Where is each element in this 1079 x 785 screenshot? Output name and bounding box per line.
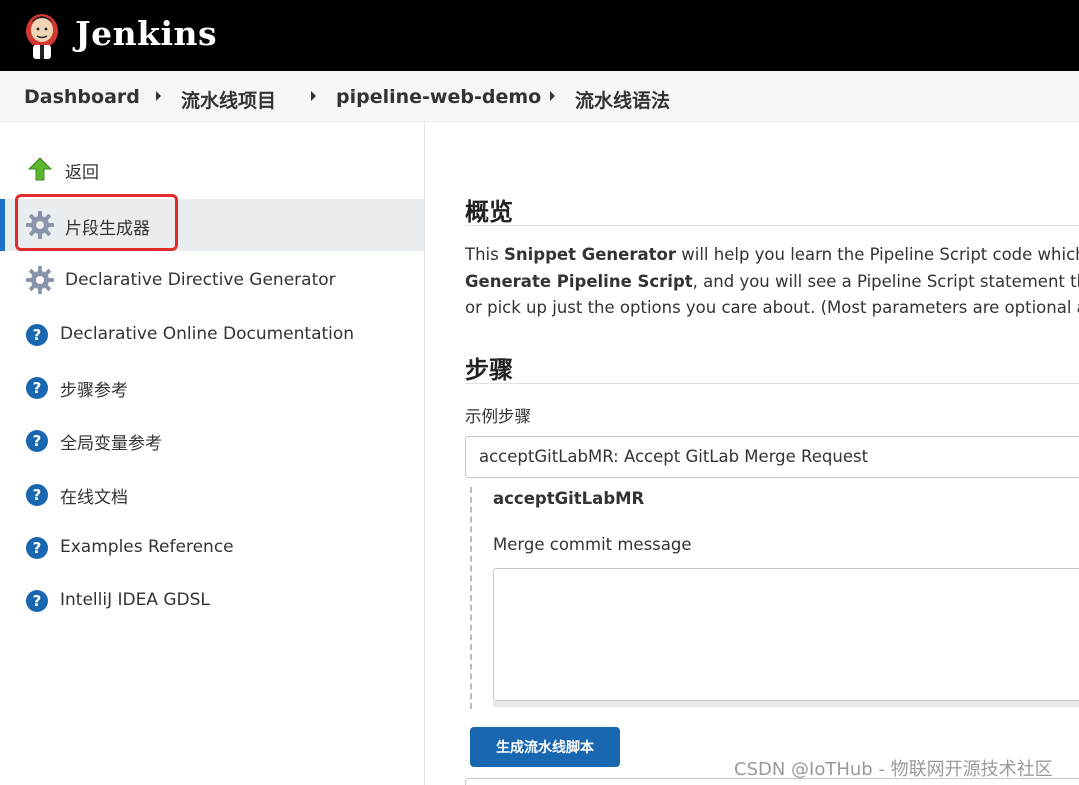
- description-text: , and you will see a Pipeline Script sta…: [692, 271, 1079, 291]
- sidebar-item-label: 片段生成器: [65, 219, 150, 239]
- sidebar-item-declarative-directive-generator[interactable]: Declarative Directive Generator: [0, 254, 424, 306]
- help-icon: ?: [26, 590, 48, 612]
- jenkins-logo-text[interactable]: Jenkins: [75, 14, 217, 53]
- sample-step-select[interactable]: acceptGitLabMR: Accept GitLab Merge Requ…: [465, 436, 1079, 478]
- sidebar-item-steps-reference[interactable]: ? 步骤参考: [0, 361, 424, 413]
- breadcrumb-separator-icon[interactable]: [156, 91, 161, 101]
- sidebar-item-label: Declarative Directive Generator: [65, 270, 336, 290]
- description-line: or pick up just the options you care abo…: [465, 298, 1079, 317]
- merge-commit-message-textarea[interactable]: [493, 568, 1079, 701]
- description-text: This: [465, 245, 504, 264]
- generate-pipeline-script-button[interactable]: 生成流水线脚本: [470, 727, 620, 767]
- sidebar: 返回 片段生成器 Declarative Directive Generator…: [0, 122, 425, 785]
- nested-config-rule: [470, 487, 472, 709]
- main-content: 概览 This Snippet Generator will help you …: [425, 122, 1079, 785]
- sidebar-item-snippet-generator[interactable]: 片段生成器: [0, 199, 424, 251]
- description-line: This Snippet Generator will help you lea…: [465, 242, 1079, 269]
- sidebar-item-examples-reference[interactable]: ? Examples Reference: [0, 521, 424, 573]
- breadcrumb-separator-icon[interactable]: [550, 91, 555, 101]
- gear-icon: [26, 211, 54, 239]
- breadcrumb-dashboard[interactable]: Dashboard: [24, 86, 140, 108]
- sidebar-item-label: 返回: [65, 163, 99, 183]
- sidebar-item-label: 步骤参考: [60, 381, 128, 401]
- description-line: Generate Pipeline Script, and you will s…: [465, 269, 1079, 296]
- sidebar-item-online-docs[interactable]: ? 在线文档: [0, 468, 424, 520]
- up-arrow-icon: [27, 157, 53, 181]
- sidebar-item-label: Examples Reference: [60, 537, 234, 557]
- sidebar-item-label: 在线文档: [60, 488, 128, 508]
- sidebar-item-intellij-idea-gdsl[interactable]: ? IntelliJ IDEA GDSL: [0, 574, 424, 626]
- sidebar-item-label: IntelliJ IDEA GDSL: [60, 590, 210, 610]
- help-icon: ?: [26, 430, 48, 452]
- sidebar-item-back[interactable]: 返回: [0, 143, 424, 195]
- merge-commit-message-label: Merge commit message: [493, 535, 692, 554]
- breadcrumb-pipeline-syntax[interactable]: 流水线语法: [575, 86, 670, 113]
- textarea-resize-bar[interactable]: [493, 701, 1079, 707]
- description-text: will help you learn the Pipeline Script …: [681, 245, 1079, 264]
- gear-icon: [26, 266, 54, 294]
- help-icon: ?: [26, 537, 48, 559]
- step-name-heading: acceptGitLabMR: [493, 489, 645, 508]
- breadcrumb: Dashboard 流水线项目 pipeline-web-demo 流水线语法: [0, 71, 1079, 122]
- help-icon: ?: [26, 484, 48, 506]
- sidebar-item-label: 全局变量参考: [60, 434, 162, 454]
- sidebar-item-declarative-online-docs[interactable]: ? Declarative Online Documentation: [0, 308, 424, 360]
- overview-title: 概览: [465, 198, 513, 226]
- steps-title: 步骤: [465, 356, 513, 384]
- steps-divider: [465, 383, 1079, 384]
- watermark: CSDN @IoTHub - 物联网开源技术社区: [734, 759, 1053, 780]
- generate-script-emphasis: Generate Pipeline Script: [465, 271, 693, 291]
- overview-description: This Snippet Generator will help you lea…: [465, 242, 1079, 322]
- sidebar-item-global-variables-reference[interactable]: ? 全局变量参考: [0, 414, 424, 466]
- sample-step-label: 示例步骤: [465, 407, 531, 426]
- help-icon: ?: [26, 324, 48, 346]
- overview-divider: [465, 225, 1079, 226]
- sidebar-item-label: Declarative Online Documentation: [60, 324, 355, 344]
- breadcrumb-separator-icon[interactable]: [311, 91, 316, 101]
- breadcrumb-pipeline-web-demo[interactable]: pipeline-web-demo: [336, 86, 541, 108]
- snippet-generator-emphasis: Snippet Generator: [503, 245, 677, 264]
- help-icon: ?: [26, 377, 48, 399]
- top-header: Jenkins: [0, 0, 1079, 71]
- breadcrumb-pipeline-projects[interactable]: 流水线项目: [181, 86, 276, 113]
- jenkins-logo-icon[interactable]: [22, 9, 62, 61]
